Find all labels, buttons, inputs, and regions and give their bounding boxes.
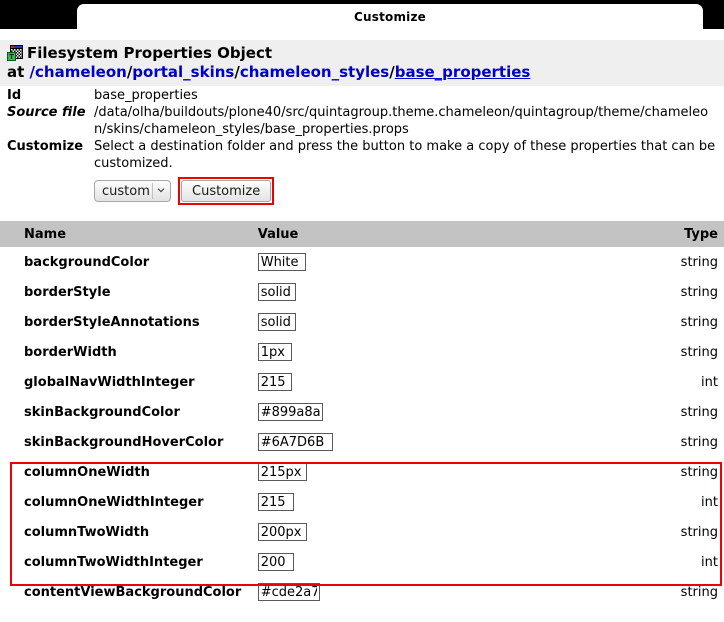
property-type: string bbox=[680, 464, 718, 480]
table-row: columnOneWidth string bbox=[0, 457, 724, 487]
table-header-row: Name Value Type bbox=[0, 221, 724, 247]
property-value-input[interactable] bbox=[257, 313, 296, 331]
table-row: borderStyleAnnotations string bbox=[0, 307, 724, 337]
property-value-cell bbox=[257, 337, 678, 367]
property-type: int bbox=[701, 374, 718, 390]
tab-customize-label: Customize bbox=[353, 10, 426, 24]
property-value-cell bbox=[257, 457, 678, 487]
properties-table: Name Value Type backgroundColorstringbor… bbox=[0, 221, 724, 607]
row-customize: Customize Select a destination folder an… bbox=[0, 138, 724, 205]
property-name: backgroundColor bbox=[24, 254, 150, 270]
source-file-label: Source file bbox=[7, 105, 86, 120]
customize-help-text: Select a destination folder and press th… bbox=[94, 139, 716, 171]
property-value-input[interactable] bbox=[257, 553, 294, 571]
source-file-value: /data/olha/buildouts/plone40/src/quintag… bbox=[94, 105, 709, 137]
customize-section: Select a destination folder and press th… bbox=[94, 138, 720, 205]
property-type: string bbox=[680, 524, 718, 540]
destination-folder-select-wrap[interactable]: custom bbox=[94, 180, 171, 202]
property-name: skinBackgroundHoverColor bbox=[24, 434, 224, 450]
property-value-input[interactable] bbox=[257, 583, 320, 601]
property-type: string bbox=[680, 344, 718, 360]
property-type: string bbox=[680, 404, 718, 420]
property-name: columnTwoWidth bbox=[24, 524, 150, 540]
object-title-band: T Filesystem Properties Object at /chame… bbox=[0, 40, 724, 86]
page-title: T Filesystem Properties Object at /chame… bbox=[0, 44, 724, 82]
property-type: string bbox=[680, 284, 718, 300]
table-row: backgroundColor string bbox=[0, 247, 724, 277]
table-row: columnOneWidthInteger int bbox=[0, 487, 724, 517]
property-type: string bbox=[680, 254, 718, 270]
property-name: contentViewBackgroundColor bbox=[24, 584, 242, 600]
breadcrumb-base-properties[interactable]: base_properties bbox=[395, 63, 531, 81]
property-value-input[interactable] bbox=[257, 403, 323, 421]
breadcrumb-chameleon-styles[interactable]: chameleon_styles bbox=[240, 63, 389, 81]
property-name: columnTwoWidthInteger bbox=[24, 554, 203, 570]
id-value: base_properties bbox=[94, 88, 198, 103]
object-info-block: Id base_properties Source file /data/olh… bbox=[0, 87, 724, 205]
property-name: skinBackgroundColor bbox=[24, 404, 180, 420]
table-row: columnTwoWidthInteger int bbox=[0, 547, 724, 577]
property-name: borderStyle bbox=[24, 284, 111, 300]
table-row: contentViewBackgroundColor string bbox=[0, 577, 724, 607]
property-value-cell bbox=[257, 427, 678, 457]
table-row: borderWidth string bbox=[0, 337, 724, 367]
tab-bar: Customize bbox=[0, 0, 724, 30]
column-header-type[interactable]: Type bbox=[677, 221, 724, 247]
property-value-cell bbox=[257, 577, 678, 607]
property-name: columnOneWidthInteger bbox=[24, 494, 204, 510]
column-header-value[interactable]: Value bbox=[257, 221, 678, 247]
row-id: Id base_properties bbox=[0, 87, 724, 104]
breadcrumb-portal-skins[interactable]: portal_skins bbox=[132, 63, 234, 81]
property-name: columnOneWidth bbox=[24, 464, 150, 480]
property-type: string bbox=[680, 314, 718, 330]
property-name: globalNavWidthInteger bbox=[24, 374, 195, 390]
table-row: columnTwoWidth string bbox=[0, 517, 724, 547]
property-type: string bbox=[680, 584, 718, 600]
property-value-cell bbox=[257, 547, 678, 577]
table-row: borderStyle string bbox=[0, 277, 724, 307]
customize-controls: custom Customize bbox=[94, 177, 720, 205]
property-value-cell bbox=[257, 397, 678, 427]
customize-label: Customize bbox=[7, 139, 84, 154]
property-value-input[interactable] bbox=[257, 343, 292, 361]
properties-table-body: backgroundColorstringborderStylestringbo… bbox=[0, 247, 724, 607]
table-row: skinBackgroundColor string bbox=[0, 397, 724, 427]
row-source-file: Source file /data/olha/buildouts/plone40… bbox=[0, 104, 724, 138]
column-header-name[interactable]: Name bbox=[0, 221, 258, 247]
property-value-input[interactable] bbox=[257, 433, 333, 451]
property-value-cell bbox=[257, 487, 678, 517]
customize-button-highlight: Customize bbox=[178, 177, 275, 205]
tab-customize[interactable]: Customize bbox=[77, 4, 703, 30]
table-row: globalNavWidthInteger int bbox=[0, 367, 724, 397]
properties-object-icon: T bbox=[7, 45, 23, 61]
id-label: Id bbox=[7, 88, 22, 103]
property-value-cell bbox=[257, 247, 678, 277]
property-type: int bbox=[701, 554, 718, 570]
property-value-cell bbox=[257, 367, 678, 397]
table-row: skinBackgroundHoverColor string bbox=[0, 427, 724, 457]
property-value-input[interactable] bbox=[257, 493, 294, 511]
property-value-cell bbox=[257, 277, 678, 307]
property-name: borderWidth bbox=[24, 344, 117, 360]
breadcrumb-chameleon[interactable]: /chameleon bbox=[30, 63, 127, 81]
customize-button[interactable]: Customize bbox=[181, 180, 272, 202]
property-value-input[interactable] bbox=[257, 283, 296, 301]
property-value-input[interactable] bbox=[257, 373, 292, 391]
property-value-input[interactable] bbox=[257, 253, 306, 271]
property-name: borderStyleAnnotations bbox=[24, 314, 200, 330]
property-value-input[interactable] bbox=[257, 463, 307, 481]
destination-folder-select[interactable]: custom bbox=[94, 180, 171, 202]
property-value-cell bbox=[257, 307, 678, 337]
property-type: int bbox=[701, 494, 718, 510]
property-type: string bbox=[680, 434, 718, 450]
property-value-cell bbox=[257, 517, 678, 547]
property-value-input[interactable] bbox=[257, 523, 307, 541]
